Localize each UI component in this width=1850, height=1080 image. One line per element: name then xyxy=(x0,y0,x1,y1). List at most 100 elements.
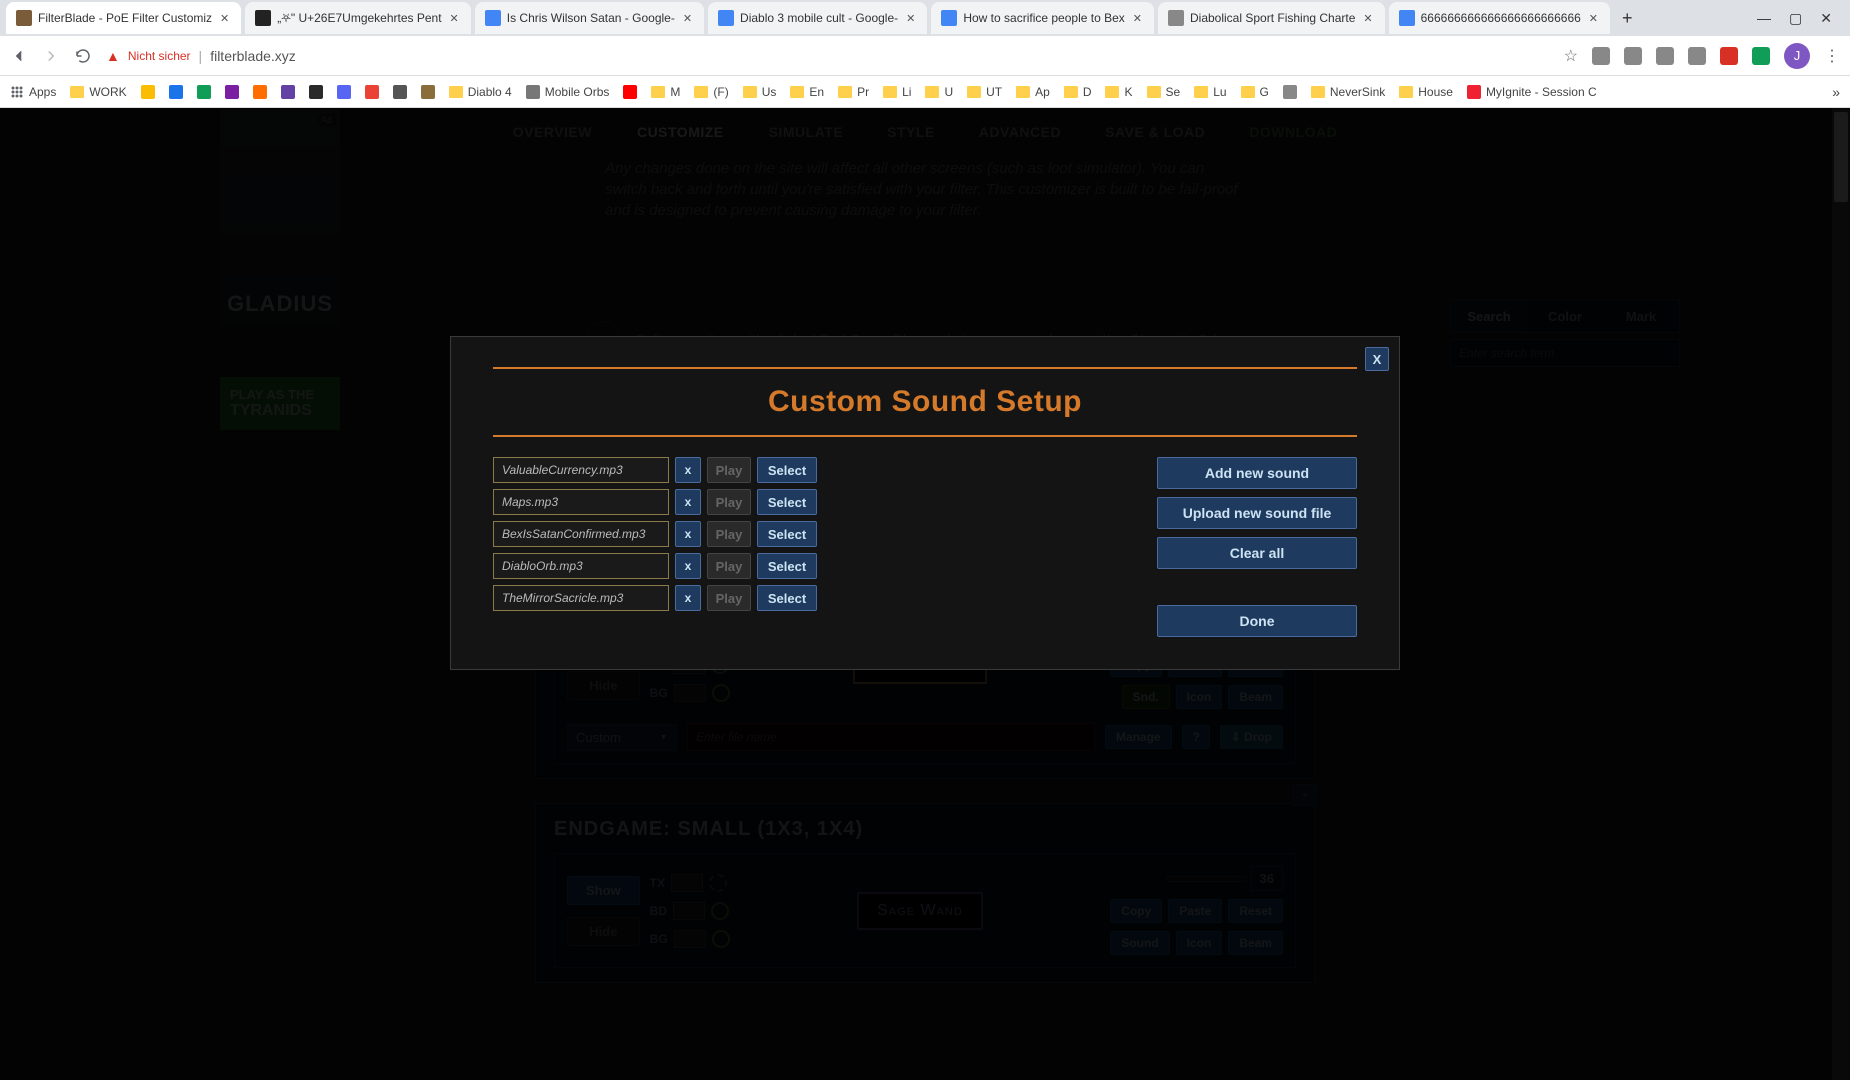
bookmark-item[interactable] xyxy=(253,85,267,99)
bookmark-item[interactable] xyxy=(225,85,239,99)
window-controls: — ▢ ✕ xyxy=(1757,10,1844,27)
bookmark-item[interactable]: WORK xyxy=(70,85,126,99)
tab-close-icon[interactable]: ✕ xyxy=(681,12,694,25)
profile-avatar[interactable]: J xyxy=(1784,43,1810,69)
address-field[interactable]: ▲ Nicht sicher | filterblade.xyz xyxy=(106,48,1550,64)
tab-close-icon[interactable]: ✕ xyxy=(218,12,231,25)
bookmark-item[interactable]: Se xyxy=(1147,85,1181,99)
bookmarks-bar: Apps WORK Diablo 4 Mobile Orbs M (F) Us En Pr Li U… xyxy=(0,76,1850,108)
address-bar: ▲ Nicht sicher | filterblade.xyz ☆ J ⋮ xyxy=(0,36,1850,76)
bookmark-item[interactable]: NeverSink xyxy=(1311,85,1385,99)
tab-close-icon[interactable]: ✕ xyxy=(904,12,917,25)
modal-title: Custom Sound Setup xyxy=(493,369,1357,435)
page-content: OVERVIEW CUSTOMIZE SIMULATE STYLE ADVANC… xyxy=(0,108,1850,1080)
bookmark-item[interactable] xyxy=(197,85,211,99)
ext-icon-2[interactable] xyxy=(1624,47,1642,65)
select-sound-button[interactable]: Select xyxy=(757,553,817,579)
bookmark-item[interactable] xyxy=(309,85,323,99)
sound-row: DiabloOrb.mp3 x Play Select xyxy=(493,553,1117,579)
bookmark-item[interactable]: Apps xyxy=(10,85,56,99)
play-sound-button[interactable]: Play xyxy=(707,553,751,579)
ext-icon-1[interactable] xyxy=(1592,47,1610,65)
bookmarks-overflow-icon[interactable]: » xyxy=(1832,84,1840,100)
bookmark-item[interactable]: En xyxy=(790,85,824,99)
browser-tab[interactable]: Diablo 3 mobile cult - Google-✕ xyxy=(708,2,927,34)
ext-icon-6[interactable] xyxy=(1752,47,1770,65)
tab-close-icon[interactable]: ✕ xyxy=(1361,12,1374,25)
play-sound-button[interactable]: Play xyxy=(707,457,751,483)
done-button[interactable]: Done xyxy=(1157,605,1357,637)
bookmark-item[interactable]: Ap xyxy=(1016,85,1050,99)
bookmark-item[interactable]: Mobile Orbs xyxy=(526,85,610,99)
select-sound-button[interactable]: Select xyxy=(757,521,817,547)
tab-close-icon[interactable]: ✕ xyxy=(1587,12,1600,25)
remove-sound-button[interactable]: x xyxy=(675,521,701,547)
tab-close-icon[interactable]: ✕ xyxy=(1131,12,1144,25)
bookmark-item[interactable] xyxy=(337,85,351,99)
sound-filename: ValuableCurrency.mp3 xyxy=(493,457,669,483)
bookmark-item[interactable]: Diablo 4 xyxy=(449,85,512,99)
bookmark-item[interactable]: House xyxy=(1399,85,1453,99)
bookmark-item[interactable]: MyIgnite - Session C xyxy=(1467,85,1597,99)
bookmark-item[interactable]: Us xyxy=(743,85,777,99)
browser-tab[interactable]: FilterBlade - PoE Filter Customiz✕ xyxy=(6,2,241,34)
select-sound-button[interactable]: Select xyxy=(757,489,817,515)
url-text: filterblade.xyz xyxy=(210,48,296,64)
bookmark-item[interactable]: U xyxy=(925,85,953,99)
bookmark-item[interactable]: D xyxy=(1064,85,1092,99)
forward-icon[interactable] xyxy=(42,47,60,65)
browser-tab[interactable]: 666666666666666666666666✕ xyxy=(1389,2,1610,34)
sound-filename: Maps.mp3 xyxy=(493,489,669,515)
remove-sound-button[interactable]: x xyxy=(675,489,701,515)
back-icon[interactable] xyxy=(10,47,28,65)
sound-row: TheMirrorSacricle.mp3 x Play Select xyxy=(493,585,1117,611)
bookmark-item[interactable] xyxy=(623,85,637,99)
bookmark-item[interactable] xyxy=(365,85,379,99)
close-window-icon[interactable]: ✕ xyxy=(1820,10,1832,27)
bookmark-item[interactable]: Pr xyxy=(838,85,869,99)
remove-sound-button[interactable]: x xyxy=(675,585,701,611)
maximize-icon[interactable]: ▢ xyxy=(1789,10,1802,27)
bookmark-item[interactable]: Lu xyxy=(1194,85,1226,99)
bookmark-item[interactable]: G xyxy=(1241,85,1269,99)
remove-sound-button[interactable]: x xyxy=(675,457,701,483)
clear-all-button[interactable]: Clear all xyxy=(1157,537,1357,569)
bookmark-item[interactable] xyxy=(421,85,435,99)
bookmark-item[interactable]: Li xyxy=(883,85,911,99)
browser-tab[interactable]: How to sacrifice people to Bex✕ xyxy=(931,2,1154,34)
star-icon[interactable]: ☆ xyxy=(1564,46,1578,66)
minimize-icon[interactable]: — xyxy=(1757,10,1771,27)
bookmark-item[interactable] xyxy=(393,85,407,99)
close-button[interactable]: X xyxy=(1365,347,1389,371)
select-sound-button[interactable]: Select xyxy=(757,585,817,611)
menu-icon[interactable]: ⋮ xyxy=(1824,46,1840,66)
remove-sound-button[interactable]: x xyxy=(675,553,701,579)
upload-sound-button[interactable]: Upload new sound file xyxy=(1157,497,1357,529)
new-tab-button[interactable]: + xyxy=(1614,4,1641,33)
sound-row: BexIsSatanConfirmed.mp3 x Play Select xyxy=(493,521,1117,547)
ext-icon-3[interactable] xyxy=(1656,47,1674,65)
ext-icon-4[interactable] xyxy=(1688,47,1706,65)
bookmark-item[interactable] xyxy=(141,85,155,99)
select-sound-button[interactable]: Select xyxy=(757,457,817,483)
bookmark-item[interactable] xyxy=(1283,85,1297,99)
play-sound-button[interactable]: Play xyxy=(707,521,751,547)
browser-tab[interactable]: Is Chris Wilson Satan - Google-✕ xyxy=(475,2,704,34)
browser-tab[interactable]: „⛧" U+26E7Umgekehrtes Pent✕ xyxy=(245,2,471,34)
add-sound-button[interactable]: Add new sound xyxy=(1157,457,1357,489)
bookmark-item[interactable]: (F) xyxy=(694,85,728,99)
bookmark-item[interactable] xyxy=(281,85,295,99)
ext-icon-5[interactable] xyxy=(1720,47,1738,65)
bookmark-item[interactable]: UT xyxy=(967,85,1002,99)
play-sound-button[interactable]: Play xyxy=(707,585,751,611)
play-sound-button[interactable]: Play xyxy=(707,489,751,515)
tab-close-icon[interactable]: ✕ xyxy=(448,12,461,25)
bookmark-item[interactable]: M xyxy=(651,85,680,99)
reload-icon[interactable] xyxy=(74,47,92,65)
bookmark-item[interactable] xyxy=(169,85,183,99)
sound-row: ValuableCurrency.mp3 x Play Select xyxy=(493,457,1117,483)
browser-tab[interactable]: Diabolical Sport Fishing Charte✕ xyxy=(1158,2,1385,34)
sound-list: ValuableCurrency.mp3 x Play Select Maps.… xyxy=(493,457,1117,637)
sound-row: Maps.mp3 x Play Select xyxy=(493,489,1117,515)
bookmark-item[interactable]: K xyxy=(1105,85,1132,99)
